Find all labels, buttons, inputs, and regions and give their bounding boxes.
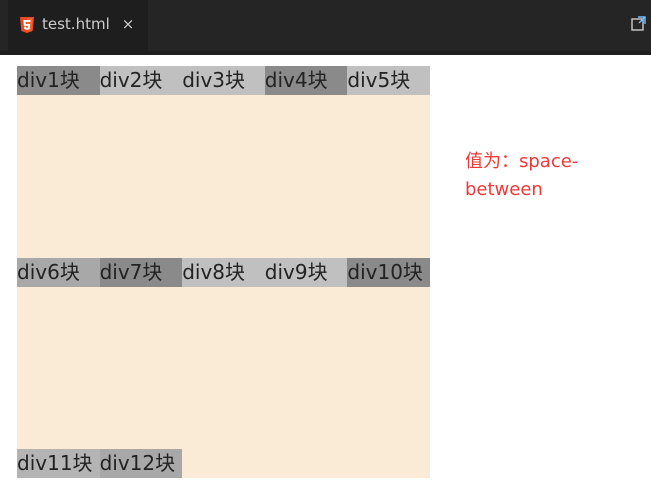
flex-item: div6块 [17,257,100,287]
tab-label: test.html [42,15,110,33]
flex-item: div12块 [99,449,183,478]
flex-item: div10块 [347,257,430,287]
flex-item: div7块 [99,257,183,287]
flex-item: div1块 [17,66,100,95]
align-content-note: 值为：space-between [465,151,579,200]
html5-icon [20,17,34,33]
flex-container: div1块 div2块 div3块 div4块 div5块 div6块 div7块 div8块… [17,66,430,478]
editor-tab-bar: test.html × [0,0,651,55]
tab-test-html[interactable]: test.html × [8,0,148,51]
flex-item: div2块 [99,66,183,95]
close-tab-button[interactable]: × [120,15,136,33]
flex-item: div3块 [182,66,265,95]
preview-page: div1块 div2块 div3块 div4块 div5块 div6块 div7块 div8块… [0,55,651,503]
flex-item: div9块 [264,257,348,287]
flex-item: div4块 [264,66,348,95]
flex-item: div5块 [347,66,430,95]
open-preview-icon[interactable] [630,14,648,32]
flex-item: div11块 [17,449,100,478]
flex-item: div8块 [182,257,265,287]
